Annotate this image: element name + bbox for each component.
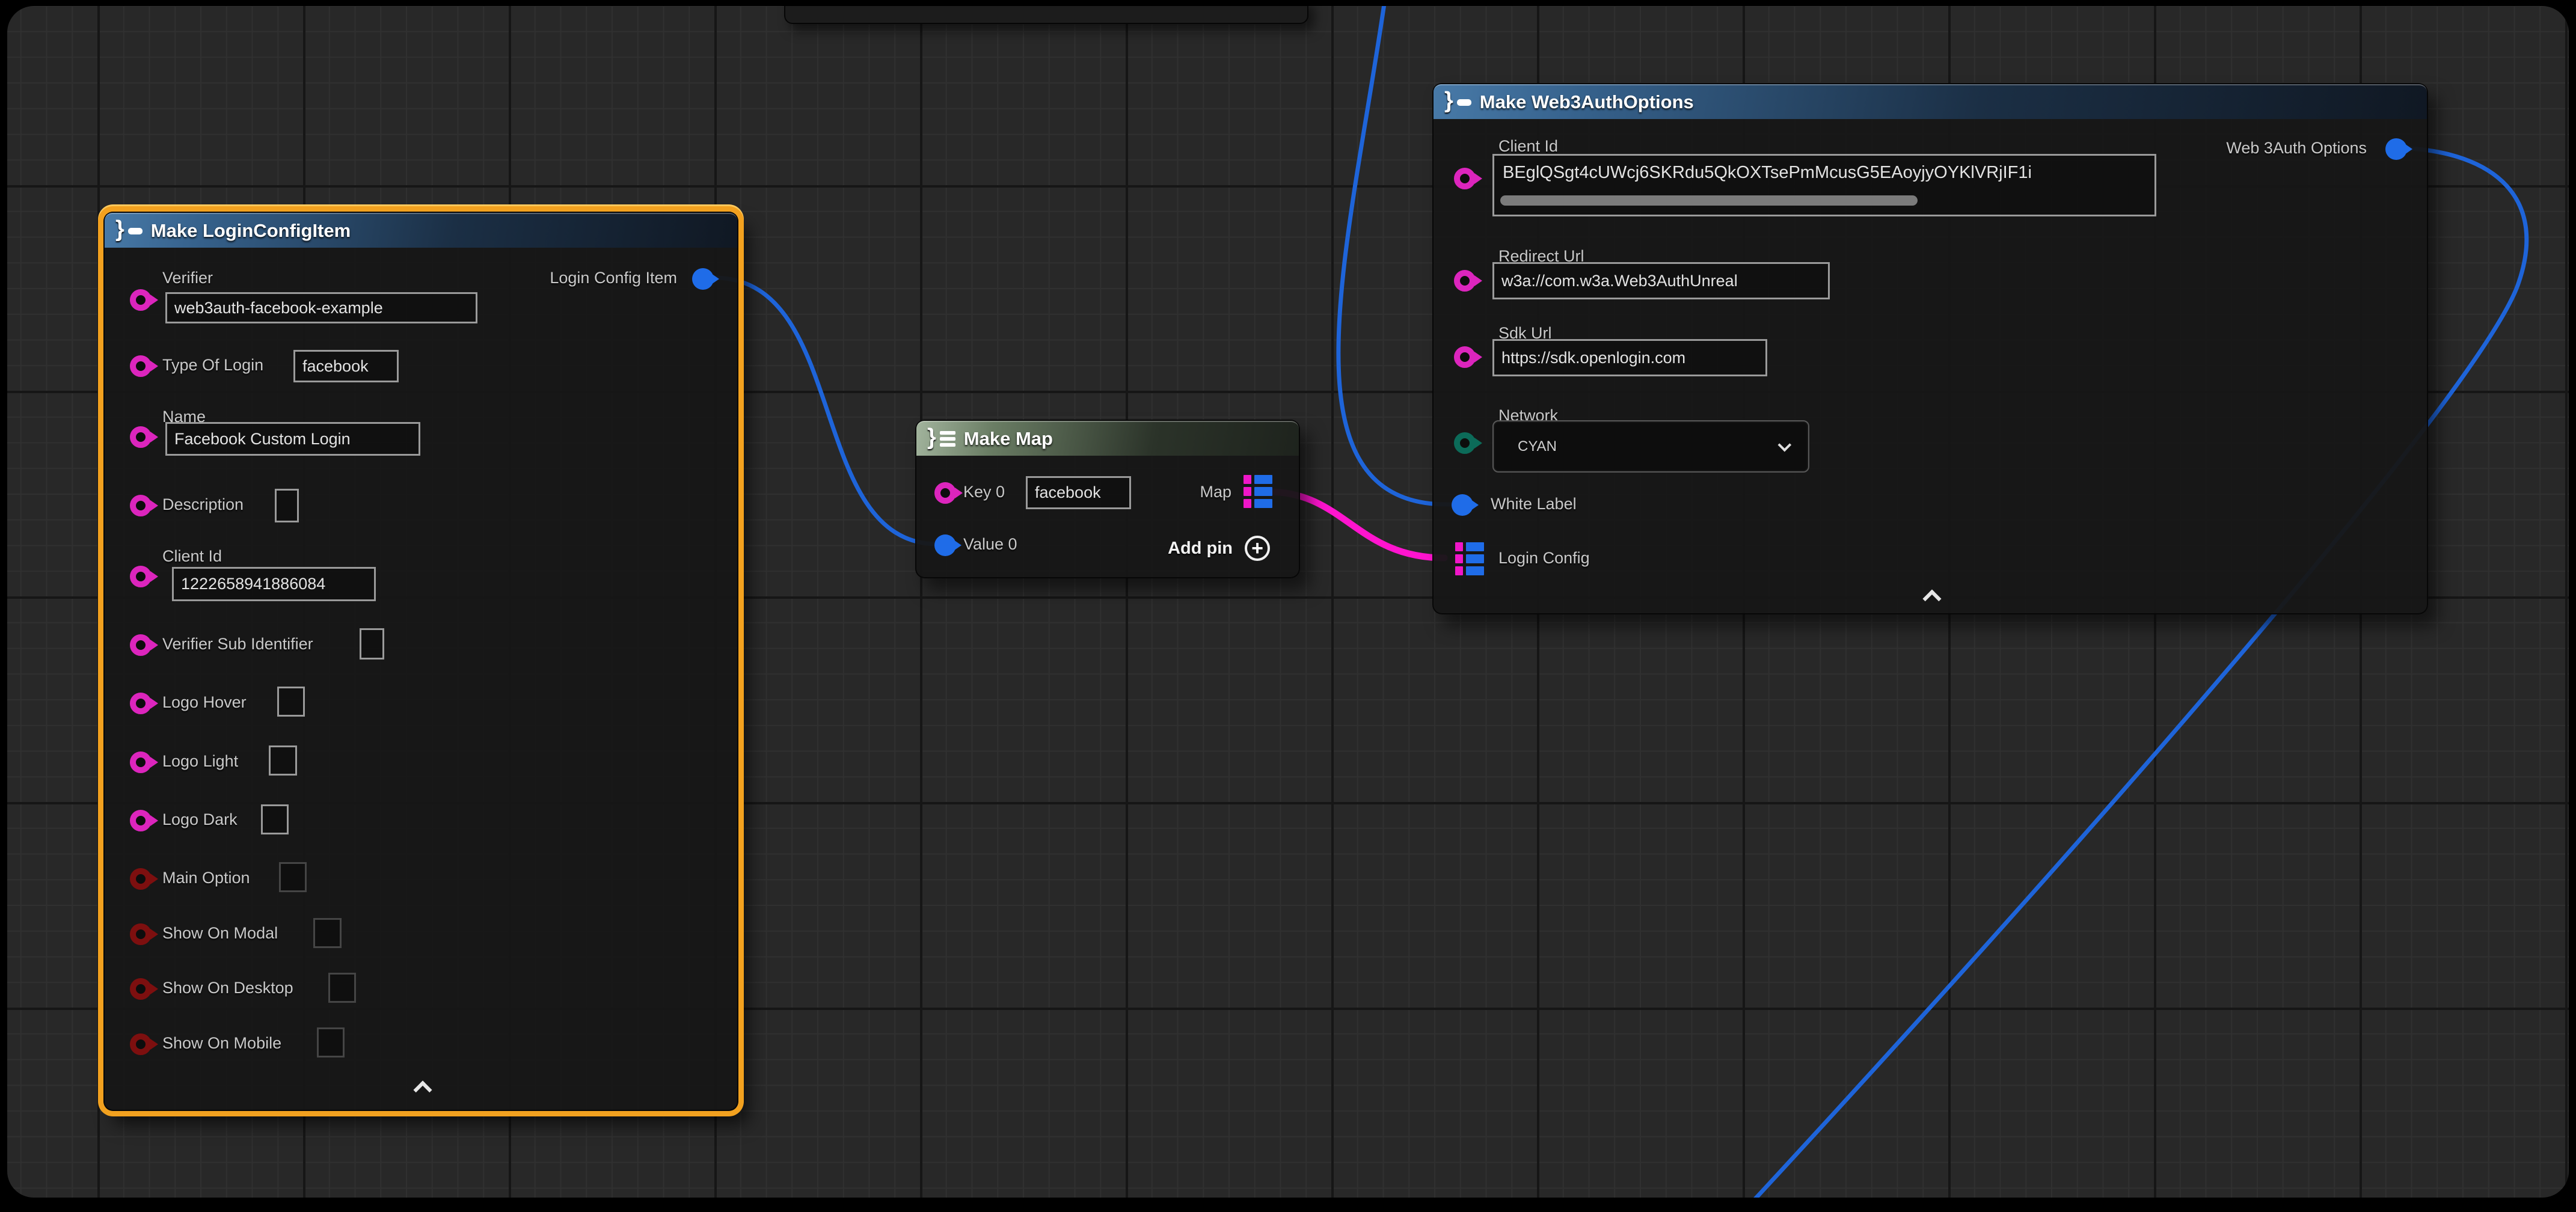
client-id-input[interactable]: 1222658941886084 <box>172 567 376 601</box>
node-make-map[interactable]: } Make Map Key 0 facebook Map Value 0 Ad… <box>915 420 1300 578</box>
wire-loginconfigitem-to-value0 <box>717 278 936 544</box>
horizontal-scrollbar[interactable] <box>1500 195 1918 206</box>
node-header[interactable]: } Make Web3AuthOptions <box>1434 84 2427 119</box>
pin-logo-hover[interactable] <box>130 693 152 714</box>
pin-network[interactable] <box>1454 432 1476 454</box>
node-make-loginconfigitem[interactable]: } Make LoginConfigItem Login Config Item… <box>103 212 738 1111</box>
node-title: Make Web3AuthOptions <box>1480 91 1694 113</box>
pin-show-on-modal[interactable] <box>130 923 152 945</box>
node-make-web3authoptions[interactable]: } Make Web3AuthOptions Web 3Auth Options… <box>1432 83 2428 614</box>
add-pin-label[interactable]: Add pin <box>1168 539 1233 559</box>
pin-label: Logo Hover <box>162 693 247 712</box>
pin-client-id[interactable] <box>1454 168 1476 189</box>
pin-label: White Label <box>1491 495 1577 513</box>
pin-logo-dark[interactable] <box>130 810 152 831</box>
pin-label: Value 0 <box>963 535 1017 554</box>
make-struct-icon: } <box>1444 93 1471 111</box>
pin-name[interactable] <box>130 426 152 448</box>
node-title: Make LoginConfigItem <box>151 220 351 242</box>
pin-verifier-sub-identifier[interactable] <box>130 634 152 656</box>
network-selected-value: CYAN <box>1518 438 1557 455</box>
pin-redirect-url[interactable] <box>1454 270 1476 292</box>
pin-label: Login Config <box>1498 549 1590 568</box>
node-title: Make Map <box>964 428 1053 450</box>
map-container-pin-icon[interactable] <box>1244 475 1272 508</box>
pin-label: Key 0 <box>963 483 1005 501</box>
redirect-url-input[interactable]: w3a://com.w3a.Web3AuthUnreal <box>1492 262 1830 299</box>
pin-show-on-mobile[interactable] <box>130 1033 152 1055</box>
login-config-map-pin-icon[interactable] <box>1455 542 1484 575</box>
network-dropdown[interactable]: CYAN <box>1492 420 1809 473</box>
node-header[interactable]: } Make LoginConfigItem <box>105 213 737 248</box>
logo-light-input[interactable] <box>269 745 297 776</box>
logo-hover-input[interactable] <box>277 687 305 717</box>
pin-label: Type Of Login <box>162 356 263 375</box>
pin-label: Client Id <box>1498 137 1558 156</box>
client-id-input[interactable]: BEglQSgt4cUWcj6SKRdu5QkOXTsePmMcusG5EAoy… <box>1492 154 2156 216</box>
pin-label: Description <box>162 495 244 514</box>
pin-label: Verifier Sub Identifier <box>162 635 313 653</box>
pin-show-on-desktop[interactable] <box>130 978 152 1000</box>
make-struct-icon: } <box>115 222 143 240</box>
dropdown-chevron-icon <box>1778 438 1792 451</box>
pin-label: Show On Mobile <box>162 1034 281 1053</box>
pin-type-of-login[interactable] <box>130 355 152 377</box>
partial-node-top[interactable] <box>784 6 1308 24</box>
show-on-desktop-checkbox[interactable] <box>328 973 356 1003</box>
pin-label: Logo Light <box>162 752 238 771</box>
name-input[interactable]: Facebook Custom Login <box>165 422 420 456</box>
blueprint-graph-canvas[interactable]: } Make LoginConfigItem Login Config Item… <box>7 6 2569 1198</box>
pin-description[interactable] <box>130 495 152 516</box>
pin-main-option[interactable] <box>130 868 152 890</box>
pin-label: Show On Modal <box>162 924 278 943</box>
output-pin-login-config-item[interactable] <box>692 268 714 290</box>
output-pin-label: Web 3Auth Options <box>2226 139 2367 158</box>
client-id-value: BEglQSgt4cUWcj6SKRdu5QkOXTsePmMcusG5EAoy… <box>1503 163 2032 183</box>
pin-key-0[interactable] <box>934 482 956 504</box>
pin-sdk-url[interactable] <box>1454 346 1476 368</box>
show-on-modal-checkbox[interactable] <box>313 918 342 948</box>
sdk-url-input[interactable]: https://sdk.openlogin.com <box>1492 339 1767 376</box>
pin-client-id[interactable] <box>130 566 152 587</box>
pin-label: Client Id <box>162 547 222 566</box>
main-option-checkbox[interactable] <box>279 862 307 892</box>
key-0-input[interactable]: facebook <box>1026 476 1131 509</box>
show-on-mobile-checkbox[interactable] <box>317 1027 345 1057</box>
description-input[interactable] <box>275 489 299 522</box>
node-header[interactable]: } Make Map <box>916 421 1299 456</box>
verifier-sub-identifier-input[interactable] <box>360 628 384 660</box>
pin-label: Verifier <box>162 269 213 287</box>
output-pin-web3auth-options[interactable] <box>2385 138 2407 160</box>
collapse-chevron-icon[interactable] <box>413 1080 432 1099</box>
verifier-input[interactable]: web3auth-facebook-example <box>165 292 477 323</box>
pin-label: Main Option <box>162 869 250 887</box>
pin-label: Logo Dark <box>162 810 238 829</box>
pin-verifier[interactable] <box>130 289 152 311</box>
type-of-login-input[interactable]: facebook <box>293 350 399 382</box>
pin-label: Map <box>1200 483 1231 501</box>
collapse-chevron-icon[interactable] <box>1922 589 1941 608</box>
pin-logo-light[interactable] <box>130 751 152 773</box>
pin-value-0[interactable] <box>934 534 956 556</box>
make-map-icon: } <box>927 430 955 448</box>
add-pin-icon[interactable]: + <box>1245 536 1270 561</box>
output-pin-label: Login Config Item <box>550 269 677 287</box>
pin-white-label[interactable] <box>1452 494 1473 516</box>
pin-label: Show On Desktop <box>162 979 293 997</box>
logo-dark-input[interactable] <box>261 804 289 834</box>
